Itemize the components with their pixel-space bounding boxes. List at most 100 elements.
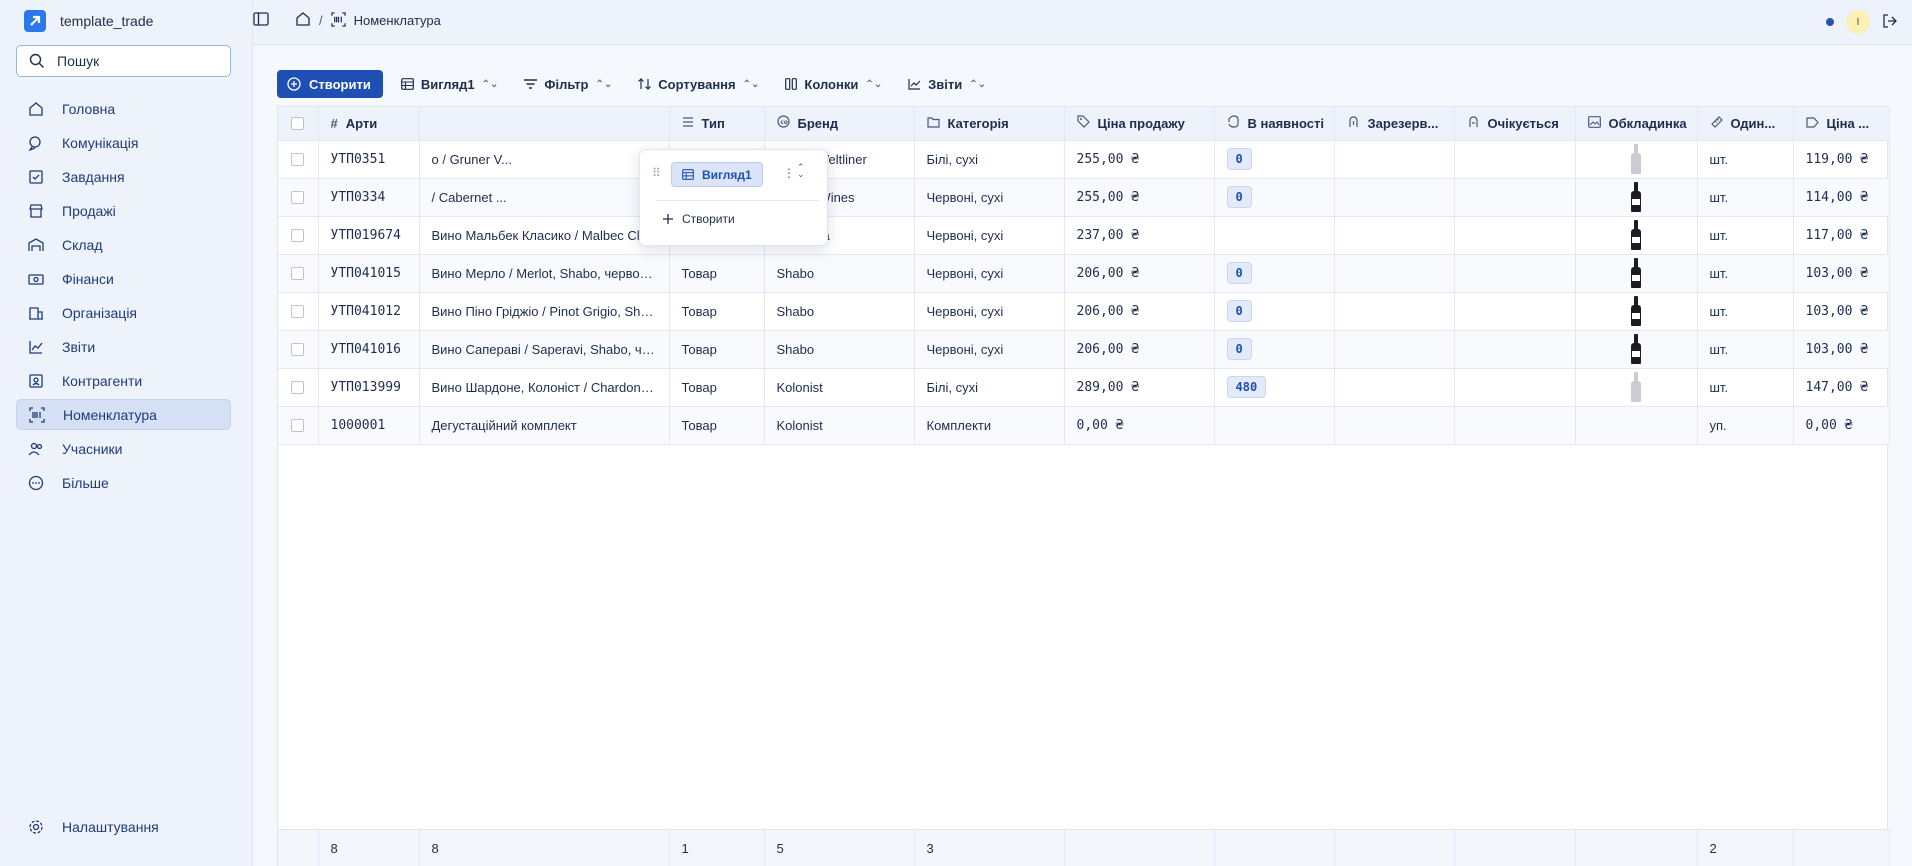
cell-cost[interactable]: 114,00 ₴ — [1793, 178, 1890, 217]
cell-expected[interactable] — [1454, 368, 1576, 407]
cell-cover[interactable] — [1575, 178, 1698, 217]
cell-cost[interactable]: 117,00 ₴ — [1793, 216, 1890, 255]
cell-brand[interactable]: Shabo — [764, 330, 915, 369]
column-header-reserved[interactable]: Зарезерв... — [1334, 107, 1455, 141]
columns-button[interactable]: Колонки ⌃⌄ — [785, 77, 882, 92]
cell-brand[interactable]: Kolonist — [764, 406, 915, 445]
column-header-in-stock[interactable]: В наявності — [1214, 107, 1335, 141]
cell-price[interactable]: 0,00 ₴ — [1064, 406, 1215, 445]
cell-price[interactable]: 206,00 ₴ — [1064, 254, 1215, 293]
cell-price[interactable]: 289,00 ₴ — [1064, 368, 1215, 407]
cell-unit[interactable]: шт. — [1697, 216, 1794, 255]
cell-sku[interactable]: УТП013999 — [318, 368, 420, 407]
cell-cost[interactable]: 0,00 ₴ — [1793, 406, 1890, 445]
sort-button[interactable]: Сортування ⌃⌄ — [638, 77, 759, 92]
column-header-category[interactable]: Категорія — [914, 107, 1065, 141]
view-selector[interactable]: Вигляд1 ⌃⌄ — [400, 77, 498, 92]
sidebar-item-communication[interactable]: Комунікація — [16, 127, 231, 158]
row-checkbox[interactable] — [291, 228, 305, 242]
sidebar-item-members[interactable]: Учасники — [16, 433, 231, 464]
column-header-cover[interactable]: Обкладинка — [1575, 107, 1698, 141]
row-select-cell[interactable] — [278, 140, 319, 179]
table-row[interactable]: УТП041015 Вино Мерло / Merlot, Shabo, чер… — [278, 254, 1890, 293]
cell-unit[interactable]: шт. — [1697, 368, 1794, 407]
cell-stock[interactable]: 480 — [1214, 368, 1335, 407]
column-header-cost[interactable]: Ціна ... — [1793, 107, 1890, 141]
row-select-cell[interactable] — [278, 216, 319, 255]
cell-unit[interactable]: шт. — [1697, 178, 1794, 217]
cell-stock[interactable]: 0 — [1214, 254, 1335, 293]
sidebar-item-more[interactable]: Більше — [16, 467, 231, 498]
row-checkbox[interactable] — [291, 152, 305, 166]
cell-sku[interactable]: УТП0334 — [318, 178, 420, 217]
cell-cost[interactable]: 103,00 ₴ — [1793, 330, 1890, 369]
cell-stock[interactable]: 0 — [1214, 330, 1335, 369]
cell-category[interactable]: Червоні, сухі — [914, 178, 1065, 217]
column-header-name[interactable] — [419, 107, 670, 141]
brand[interactable]: template_trade — [24, 10, 153, 32]
table-row[interactable]: 1000001 Дегустаційний комплект Товар Koloni… — [278, 406, 1890, 445]
cell-type[interactable]: Товар — [669, 330, 765, 369]
cell-cover[interactable] — [1575, 292, 1698, 331]
cell-category[interactable]: Комплекти — [914, 406, 1065, 445]
select-all-checkbox[interactable] — [291, 116, 305, 130]
filter-button[interactable]: Фільтр ⌃⌄ — [524, 77, 612, 92]
cell-expected[interactable] — [1454, 216, 1576, 255]
cell-category[interactable]: Білі, сухі — [914, 140, 1065, 179]
cell-expected[interactable] — [1454, 140, 1576, 179]
cell-cost[interactable]: 103,00 ₴ — [1793, 292, 1890, 331]
cell-category[interactable]: Червоні, сухі — [914, 292, 1065, 331]
sidebar-item-settings[interactable]: Налаштування — [16, 811, 231, 842]
select-all-cell[interactable] — [278, 107, 319, 141]
logout-icon[interactable] — [1882, 13, 1898, 32]
table-row[interactable]: УТП041016 Вино Сапераві / Saperavi, Shabo… — [278, 330, 1890, 369]
cell-expected[interactable] — [1454, 254, 1576, 293]
cell-sku[interactable]: УТП041012 — [318, 292, 420, 331]
cell-cost[interactable]: 103,00 ₴ — [1793, 254, 1890, 293]
table-row[interactable]: УТП019674 Вино Мальбек Класико / Malbec C… — [278, 216, 1890, 255]
avatar[interactable]: I — [1846, 10, 1870, 34]
row-checkbox[interactable] — [291, 418, 305, 432]
cell-type[interactable]: Товар — [669, 292, 765, 331]
cell-sku[interactable]: УТП019674 — [318, 216, 420, 255]
cell-stock[interactable]: 0 — [1214, 292, 1335, 331]
cell-name[interactable]: Вино Сапераві / Saperavi, Shabo, че... — [419, 330, 670, 369]
create-button[interactable]: Створити — [277, 70, 383, 98]
cell-cover[interactable] — [1575, 368, 1698, 407]
cell-sku[interactable]: УТП041015 — [318, 254, 420, 293]
sidebar-item-sales[interactable]: Продажі — [16, 195, 231, 226]
drag-handle-icon[interactable]: ⠿ — [652, 166, 661, 180]
cell-type[interactable]: Товар — [669, 254, 765, 293]
cell-reserved[interactable] — [1334, 292, 1455, 331]
cell-cover[interactable] — [1575, 406, 1698, 445]
cell-category[interactable]: Червоні, сухі — [914, 216, 1065, 255]
cell-price[interactable]: 255,00 ₴ — [1064, 178, 1215, 217]
row-select-cell[interactable] — [278, 254, 319, 293]
cell-sku[interactable]: УТП0351 — [318, 140, 420, 179]
sidebar-toggle-button[interactable] — [253, 12, 275, 30]
cell-brand[interactable]: Shabo — [764, 292, 915, 331]
sidebar-item-contractors[interactable]: Контрагенти — [16, 365, 231, 396]
cell-name[interactable]: / Cabernet ... — [419, 178, 670, 217]
cell-name[interactable]: Вино Піно Гріджіо / Pinot Grigio, Sha... — [419, 292, 670, 331]
cell-unit[interactable]: уп. — [1697, 406, 1794, 445]
sidebar-item-reports[interactable]: Звіти — [16, 331, 231, 362]
row-select-cell[interactable] — [278, 368, 319, 407]
cell-name[interactable]: Вино Мерло / Merlot, Shabo, червон... — [419, 254, 670, 293]
cell-cover[interactable] — [1575, 216, 1698, 255]
table-row[interactable]: УТП0334/ Cabernet ...ТоварLeleka WinesЧе… — [278, 178, 1890, 217]
cell-stock[interactable] — [1214, 406, 1335, 445]
cell-expected[interactable] — [1454, 330, 1576, 369]
cell-name[interactable]: Дегустаційний комплект — [419, 406, 670, 445]
sidebar-item-tasks[interactable]: Завдання — [16, 161, 231, 192]
home-icon[interactable] — [295, 11, 311, 30]
sidebar-item-warehouse[interactable]: Склад — [16, 229, 231, 260]
cell-category[interactable]: Червоні, сухі — [914, 254, 1065, 293]
cell-name[interactable]: Вино Шардоне, Колоніст / Chardonn... — [419, 368, 670, 407]
cell-reserved[interactable] — [1334, 368, 1455, 407]
create-view-button[interactable]: Створити — [662, 212, 735, 226]
sidebar-item-home[interactable]: Головна — [16, 93, 231, 124]
cell-expected[interactable] — [1454, 178, 1576, 217]
cell-reserved[interactable] — [1334, 178, 1455, 217]
column-header-expected[interactable]: Очікується — [1454, 107, 1576, 141]
